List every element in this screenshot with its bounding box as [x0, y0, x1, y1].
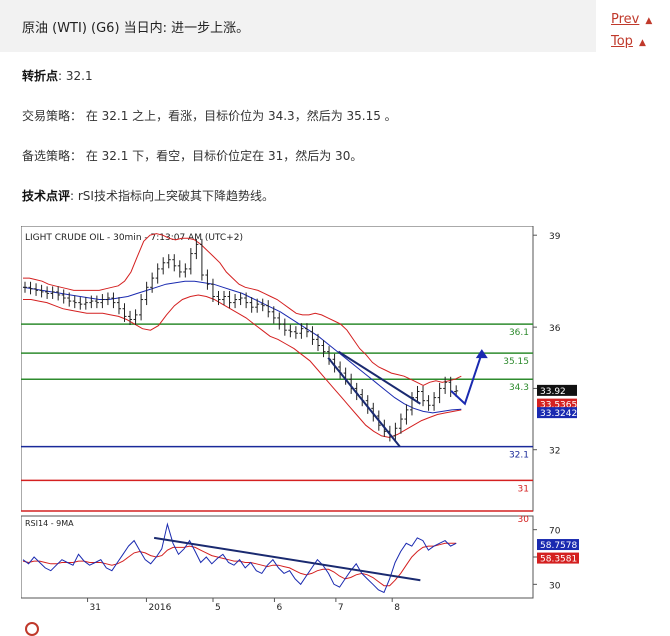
- comment-text: : rSI技术指标向上突破其下降趋势线。: [70, 189, 274, 203]
- price-chart: LIGHT CRUDE OIL - 30min - 7:13:07 AM (UT…: [21, 226, 579, 613]
- level-label: 30: [518, 515, 530, 525]
- x-tick-label: 6: [276, 603, 282, 613]
- x-tick-label: 7: [338, 603, 344, 613]
- price-tag-label: 33.3242: [540, 409, 577, 419]
- level-label: 36.1: [509, 328, 529, 338]
- chart-title: LIGHT CRUDE OIL - 30min - 7:13:07 AM (UT…: [25, 233, 243, 243]
- x-tick-label: 2016: [148, 603, 171, 613]
- level-label: 32.1: [509, 451, 529, 461]
- rsi-tag-label: 58.7578: [540, 541, 577, 551]
- level-label: 31: [518, 484, 529, 494]
- header-bar: 原油 (WTI) (G6) 当日内: 进一步上涨。: [0, 0, 596, 52]
- x-tick-label: 5: [215, 603, 221, 613]
- prev-link-label: Prev: [611, 12, 640, 27]
- comment-line: 技术点评: rSI技术指标向上突破其下降趋势线。: [22, 187, 274, 204]
- level-label: 35.15: [503, 357, 529, 367]
- alternative-text: 备选策略： 在 32.1 下，看空，目标价位定在 31，然后为 30。: [22, 149, 363, 163]
- level-label: 34.3: [509, 383, 529, 393]
- rsi-y-tick-label: 70: [549, 527, 561, 537]
- price-panel: [21, 226, 534, 512]
- pivot-line: 转折点: 32.1: [22, 67, 93, 84]
- rsi-y-tick-label: 30: [549, 581, 561, 591]
- y-tick-label: 36: [549, 324, 561, 334]
- y-tick-label: 32: [549, 447, 560, 457]
- strategy-text: 交易策略： 在 32.1 之上，看涨，目标价位为 34.3，然后为 35.15 …: [22, 109, 397, 123]
- x-tick-label: 8: [394, 603, 400, 613]
- rsi-title: RSI14 - 9MA: [25, 519, 74, 528]
- prev-link[interactable]: Prev ▲: [611, 12, 652, 27]
- bottom-circle-icon: [25, 622, 39, 636]
- top-link[interactable]: Top ▲: [611, 34, 646, 49]
- y-tick-label: 39: [549, 232, 561, 242]
- pivot-label: 转折点: [22, 69, 59, 83]
- price-tag-label: 33.92: [540, 387, 566, 397]
- top-arrow-icon: ▲: [638, 38, 646, 48]
- prev-arrow-icon: ▲: [645, 16, 653, 26]
- top-link-label: Top: [611, 34, 633, 49]
- page-title: 原油 (WTI) (G6) 当日内: 进一步上涨。: [22, 21, 250, 36]
- rsi-tag-label: 58.3581: [540, 555, 577, 565]
- comment-label: 技术点评: [22, 189, 71, 203]
- x-tick-label: 31: [90, 603, 101, 613]
- pivot-value: : 32.1: [58, 69, 93, 83]
